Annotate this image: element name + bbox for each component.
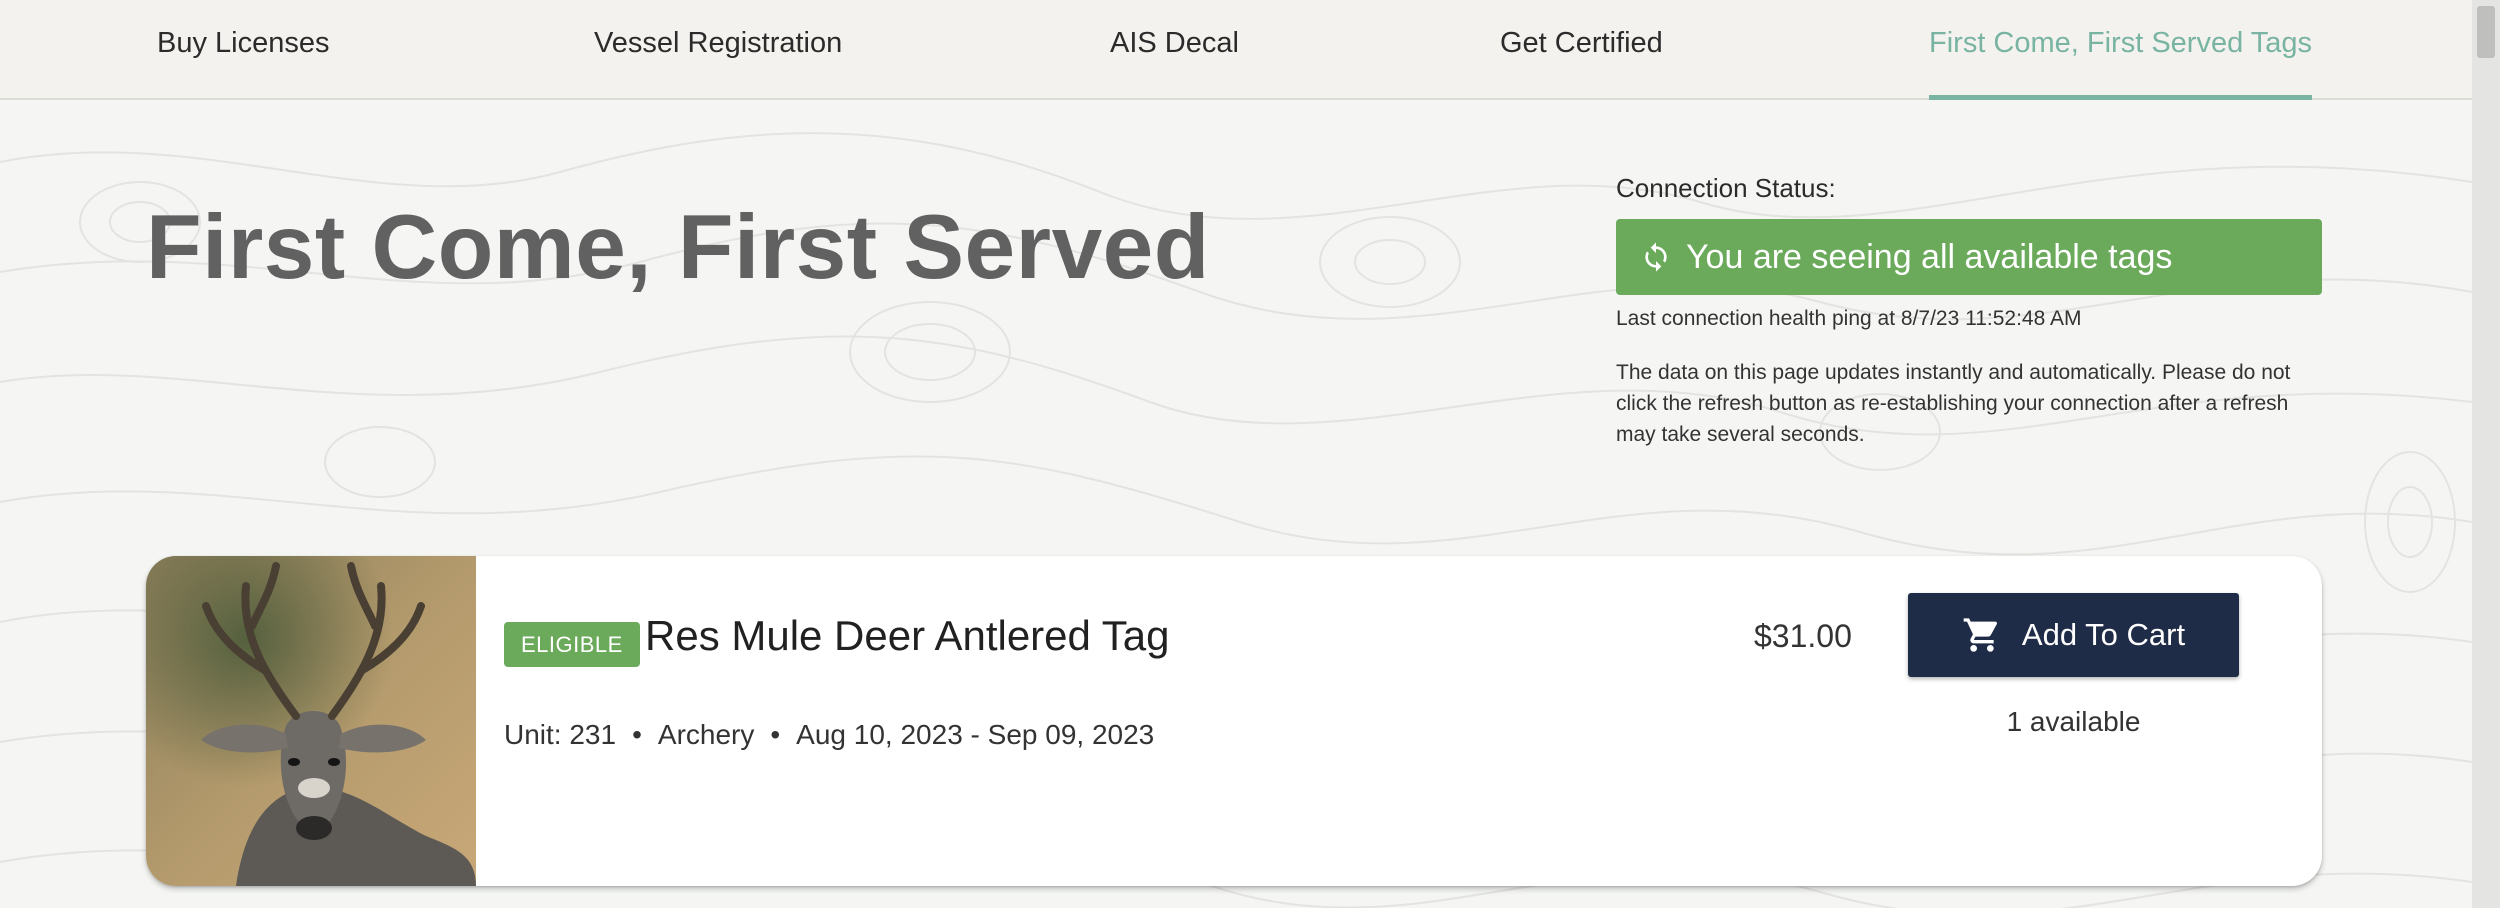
mule-deer-photo: [146, 556, 476, 886]
add-to-cart-button[interactable]: Add To Cart: [1908, 593, 2239, 677]
detail-separator: •: [632, 719, 642, 750]
eligible-badge: ELIGIBLE: [504, 622, 640, 667]
page-scrollbar[interactable]: [2472, 0, 2500, 908]
detail-separator: •: [770, 719, 781, 750]
nav-vessel-registration[interactable]: Vessel Registration: [594, 0, 842, 100]
tag-details: Unit: 231 • Archery • Aug 10, 2023 - Sep 09,…: [504, 719, 1154, 751]
nav-get-certified[interactable]: Get Certified: [1500, 0, 1663, 100]
refresh-warning-text: The data on this page updates instantly …: [1616, 361, 2291, 446]
nav-buy-licenses[interactable]: Buy Licenses: [157, 0, 330, 100]
tag-weapon-type: Archery: [657, 719, 755, 750]
connection-status-banner: You are seeing all available tags: [1616, 219, 2322, 295]
top-navigation: Buy Licenses Vessel Registration AIS Dec…: [0, 0, 2472, 100]
nav-ais-decal[interactable]: AIS Decal: [1110, 0, 1239, 100]
connection-status-label: Connection Status:: [1616, 173, 1836, 203]
scrollbar-thumb[interactable]: [2477, 6, 2495, 58]
tag-price: $31.00: [1754, 618, 1852, 654]
tag-card: ELIGIBLE Res Mule Deer Antlered Tag Unit…: [146, 556, 2322, 886]
availability-count: 1 available: [2006, 706, 2141, 737]
sync-icon: [1640, 241, 1672, 273]
last-ping-text: Last connection health ping at 8/7/23 11…: [1616, 307, 2082, 330]
connection-status-text: You are seeing all available tags: [1686, 237, 2173, 276]
page-title: First Come, First Served: [146, 197, 1210, 298]
tag-name: Res Mule Deer Antlered Tag: [645, 612, 1170, 659]
add-to-cart-label: Add To Cart: [2021, 617, 2186, 652]
nav-first-come-tags[interactable]: First Come, First Served Tags: [1929, 0, 2313, 100]
tag-season-dates: Aug 10, 2023 - Sep 09, 2023: [796, 719, 1155, 750]
tag-unit: Unit: 231: [504, 719, 617, 750]
cart-icon: [1962, 615, 2002, 655]
